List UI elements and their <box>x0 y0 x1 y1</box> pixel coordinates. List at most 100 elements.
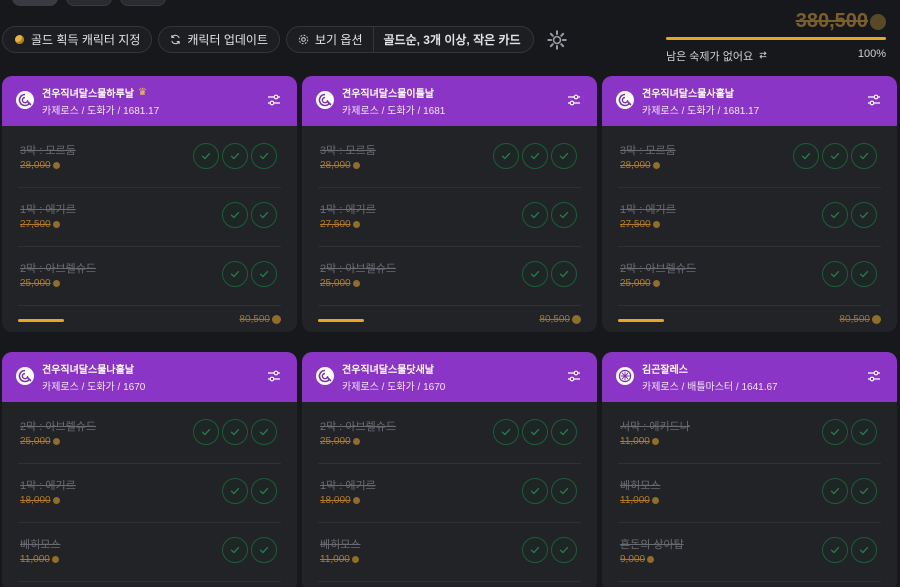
gate-check-button[interactable] <box>851 143 877 169</box>
gate-checks <box>522 202 577 228</box>
raid-title: 서막 : 에키드나 <box>620 421 690 433</box>
raid-gold: 11,000 <box>620 436 659 447</box>
gate-check-button[interactable] <box>493 419 519 445</box>
gate-checks <box>522 537 577 563</box>
raid-row: 베히모스 11,000 <box>18 523 281 582</box>
gate-check-button[interactable] <box>222 261 248 287</box>
gold-coin-icon <box>652 280 660 287</box>
gate-checks <box>822 537 877 563</box>
gold-coin-icon <box>352 438 360 445</box>
gate-check-button[interactable] <box>822 202 848 228</box>
gate-check-button[interactable] <box>522 419 548 445</box>
gold-coin-icon <box>52 280 60 287</box>
gate-check-button[interactable] <box>851 202 877 228</box>
gate-check-button[interactable] <box>551 202 577 228</box>
gate-check-button[interactable] <box>551 419 577 445</box>
raid-gold: 25,000 <box>20 278 60 289</box>
top-tab-1[interactable] <box>12 0 58 6</box>
gate-check-button[interactable] <box>522 478 548 504</box>
gate-check-button[interactable] <box>251 261 277 287</box>
gate-checks <box>822 419 877 445</box>
top-tab-3[interactable] <box>120 0 166 6</box>
card-settings-icon[interactable] <box>867 369 881 383</box>
character-update-label: 캐릭터 업데이트 <box>187 33 268 47</box>
character-update-button[interactable]: 캐릭터 업데이트 <box>158 26 280 53</box>
card-settings-icon[interactable] <box>267 93 281 107</box>
gate-check-button[interactable] <box>822 537 848 563</box>
character-info: 카제로스 / 배틀마스터 / 1641.67 <box>642 382 778 393</box>
gate-check-button[interactable] <box>822 143 848 169</box>
raid-title: 1막 : 에기르 <box>620 204 676 216</box>
gate-check-button[interactable] <box>522 537 548 563</box>
character-name: 견우직녀달스물나흘날 <box>42 365 134 376</box>
card-settings-icon[interactable] <box>867 93 881 107</box>
gate-check-button[interactable] <box>522 202 548 228</box>
raid-gold: 27,500 <box>20 219 60 230</box>
swap-icon[interactable] <box>758 50 768 63</box>
gate-check-button[interactable] <box>851 419 877 445</box>
gear-icon[interactable] <box>546 29 568 51</box>
card-settings-icon[interactable] <box>267 369 281 383</box>
character-card: 견우직녀달스물하루날 ♛ 카제로스 / 도화가 / 1681.17 3막 : 모… <box>2 76 297 332</box>
gate-check-button[interactable] <box>493 143 519 169</box>
settings-small-icon <box>297 34 309 46</box>
gold-coin-icon <box>52 162 60 169</box>
gold-coin-icon <box>52 221 60 228</box>
card-settings-icon[interactable] <box>567 93 581 107</box>
gate-check-button[interactable] <box>822 261 848 287</box>
gate-check-button[interactable] <box>251 478 277 504</box>
raid-row: 2막 : 아브렐슈드 25,000 <box>318 247 581 306</box>
gate-check-button[interactable] <box>851 478 877 504</box>
gate-check-button[interactable] <box>251 143 277 169</box>
raid-title: 2막 : 아브렐슈드 <box>20 263 97 275</box>
gate-check-button[interactable] <box>222 478 248 504</box>
raid-gold: 27,500 <box>320 219 360 230</box>
card-header: 견우직녀달스물하루날 ♛ 카제로스 / 도화가 / 1681.17 <box>2 76 297 126</box>
gold-character-button[interactable]: 골드 획득 캐릭터 지정 <box>2 26 153 53</box>
gate-check-button[interactable] <box>251 537 277 563</box>
character-info: 카제로스 / 도화가 / 1681.17 <box>642 106 760 117</box>
artist-class-icon <box>16 367 34 385</box>
top-tab-2[interactable] <box>66 0 112 6</box>
card-footer: 80,500 <box>618 306 881 332</box>
gate-checks <box>822 261 877 287</box>
raid-gold: 11,000 <box>320 554 359 565</box>
gate-check-button[interactable] <box>251 202 277 228</box>
card-progress-bar <box>18 319 64 322</box>
card-gold-total: 80,500 <box>539 314 581 325</box>
gate-check-button[interactable] <box>222 143 248 169</box>
gate-check-button[interactable] <box>222 537 248 563</box>
gate-check-button[interactable] <box>522 143 548 169</box>
gate-check-button[interactable] <box>822 419 848 445</box>
raid-title: 3막 : 모르둠 <box>20 145 76 157</box>
gold-coin-icon <box>651 497 659 504</box>
gate-check-button[interactable] <box>222 419 248 445</box>
gate-check-button[interactable] <box>222 202 248 228</box>
card-gold-total: 80,500 <box>839 314 881 325</box>
raid-title: 1막 : 에기르 <box>20 204 76 216</box>
gate-check-button[interactable] <box>551 143 577 169</box>
gate-checks <box>522 261 577 287</box>
gate-check-button[interactable] <box>822 478 848 504</box>
raid-title: 혼돈의 상아탑 <box>620 539 684 551</box>
gate-check-button[interactable] <box>193 143 219 169</box>
gate-check-button[interactable] <box>851 537 877 563</box>
gate-check-button[interactable] <box>522 261 548 287</box>
raid-row: 2막 : 아브렐슈드 25,000 <box>318 405 581 464</box>
character-name: 김곤잘레스 <box>642 365 688 376</box>
raid-gold: 11,000 <box>20 554 59 565</box>
gate-check-button[interactable] <box>551 478 577 504</box>
gate-checks <box>193 143 277 169</box>
view-options-button[interactable]: 보기 옵션 골드순, 3개 이상, 작은 카드 <box>286 26 534 53</box>
gate-check-button[interactable] <box>251 419 277 445</box>
gate-check-button[interactable] <box>551 537 577 563</box>
gate-check-button[interactable] <box>193 419 219 445</box>
gate-check-button[interactable] <box>793 143 819 169</box>
character-info: 카제로스 / 도화가 / 1670 <box>342 382 446 393</box>
gate-checks <box>222 537 277 563</box>
gate-checks <box>822 478 877 504</box>
gate-check-button[interactable] <box>851 261 877 287</box>
card-progress-bar <box>618 319 664 322</box>
gate-check-button[interactable] <box>551 261 577 287</box>
card-settings-icon[interactable] <box>567 369 581 383</box>
